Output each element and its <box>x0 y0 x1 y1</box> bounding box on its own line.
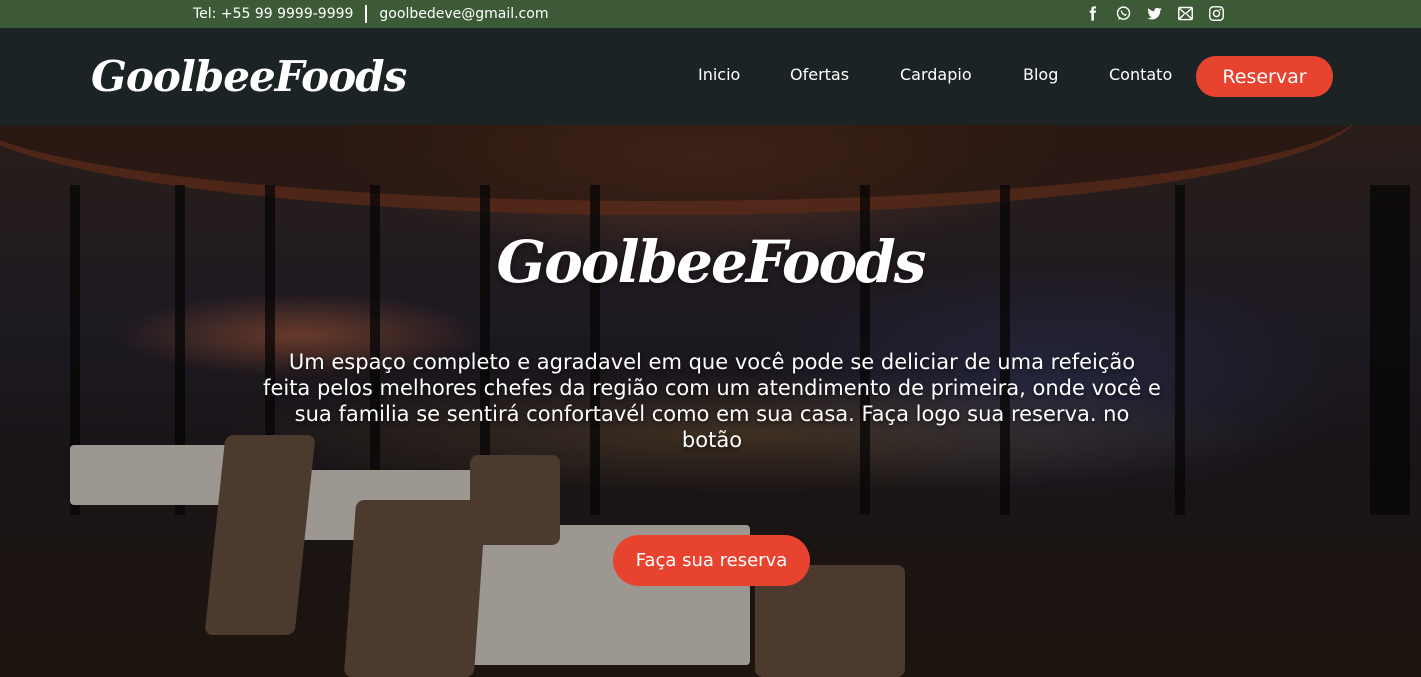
twitter-icon[interactable] <box>1145 4 1164 23</box>
nav-item-inicio[interactable]: Inicio <box>698 65 740 84</box>
nav-item-cardapio[interactable]: Cardapio <box>900 65 972 84</box>
hero-description: Um espaço completo e agradavel em que vo… <box>263 350 1161 452</box>
nav-item-contato[interactable]: Contato <box>1109 65 1172 84</box>
social-links <box>1083 4 1226 23</box>
make-reservation-button[interactable]: Faça sua reserva <box>613 535 810 586</box>
email-address[interactable]: goolbedeve@gmail.com <box>379 6 548 22</box>
whatsapp-icon[interactable] <box>1114 4 1133 23</box>
contact-divider <box>365 5 368 23</box>
contact-info: Tel: +55 99 9999-9999 goolbedeve@gmail.c… <box>193 5 548 23</box>
site-header: GoolbeeFoods Inicio Ofertas Cardapio Blo… <box>0 28 1421 125</box>
nav-item-ofertas[interactable]: Ofertas <box>790 65 849 84</box>
mail-icon[interactable] <box>1176 4 1195 23</box>
phone-number: Tel: +55 99 9999-9999 <box>193 6 354 22</box>
hero-title: GoolbeeFoods <box>496 228 927 296</box>
site-logo[interactable]: GoolbeeFoods <box>91 52 407 101</box>
nav-item-blog[interactable]: Blog <box>1023 65 1058 84</box>
reserve-button[interactable]: Reservar <box>1196 56 1333 97</box>
hero-section: GoolbeeFoods Um espaço completo e agrada… <box>0 125 1421 677</box>
instagram-icon[interactable] <box>1207 4 1226 23</box>
top-bar: Tel: +55 99 9999-9999 goolbedeve@gmail.c… <box>0 0 1421 28</box>
facebook-icon[interactable] <box>1083 4 1102 23</box>
